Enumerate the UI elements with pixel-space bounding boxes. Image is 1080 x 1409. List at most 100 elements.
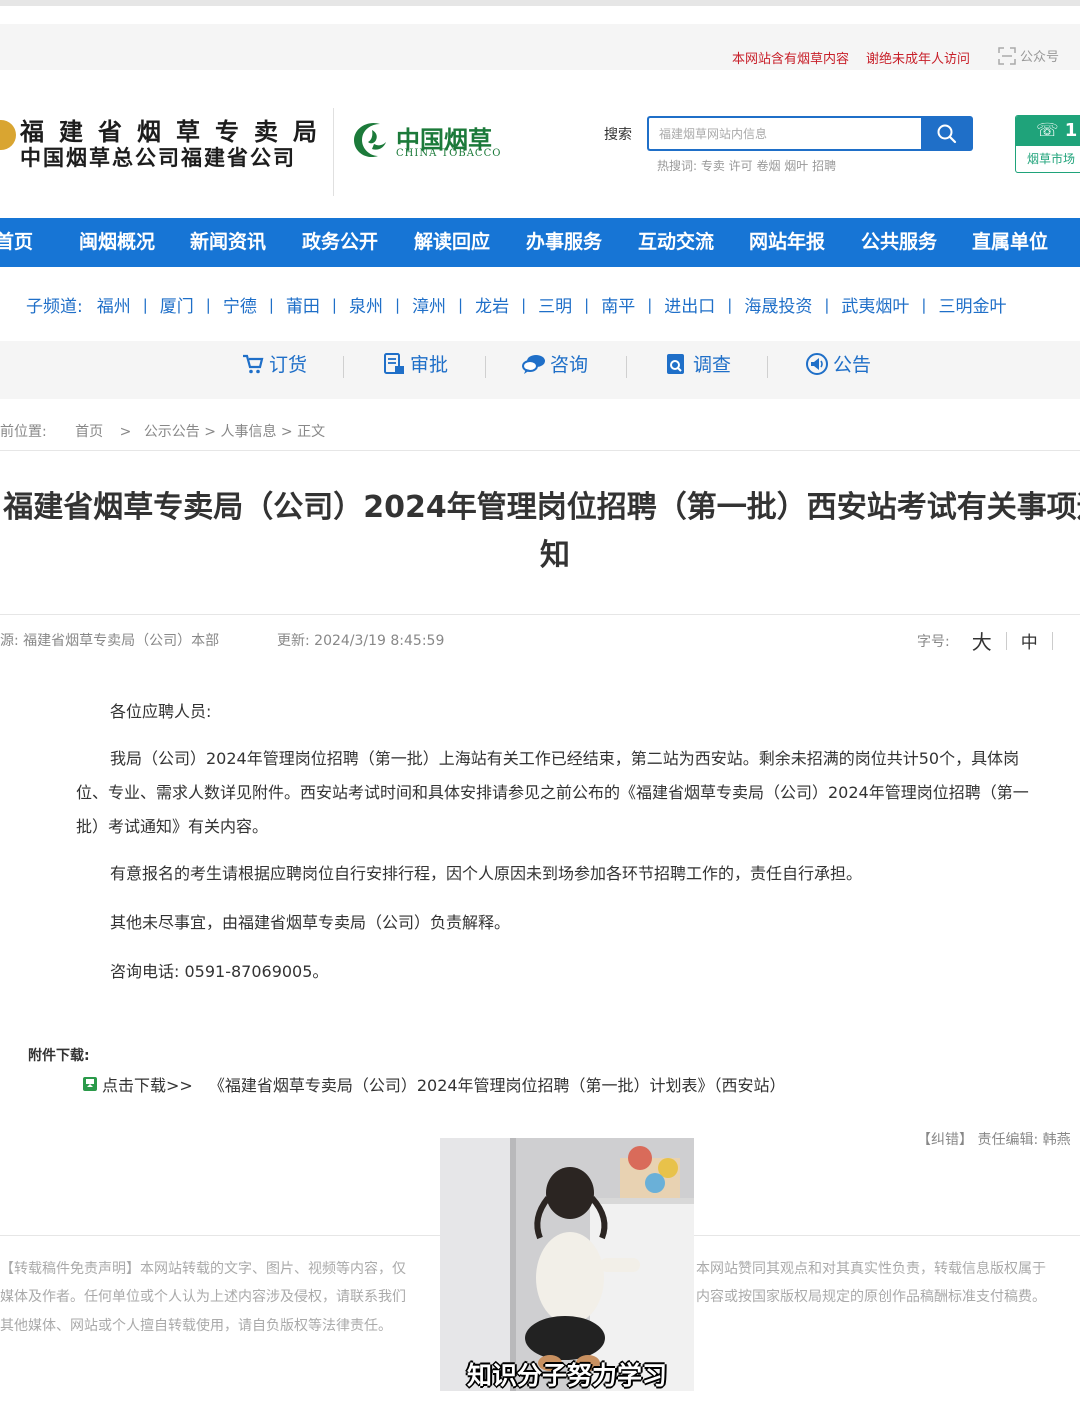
- separator: |: [142, 295, 148, 314]
- hotline-number: ☏ 1: [1016, 116, 1080, 146]
- minor-notice: 谢绝未成年人访问: [866, 52, 971, 67]
- article-greeting: 各位应聘人员:: [110, 702, 212, 721]
- china-tobacco-en: CHINA TOBACCO: [396, 148, 502, 159]
- quick-announcement-label: 公告: [833, 354, 872, 376]
- subchannel-fuzhou[interactable]: 福州: [97, 292, 131, 317]
- subchannel-zhangzhou[interactable]: 漳州: [412, 292, 446, 317]
- quick-separator: [343, 356, 344, 378]
- disclaimer-line-2b: 内容或按国家版权局规定的原创作品稿酬标准支付稿费。: [696, 1289, 1046, 1305]
- subchannel-longyan[interactable]: 龙岩: [475, 292, 509, 317]
- article-contact-phone: 咨询电话: 0591-87069005。: [110, 962, 329, 981]
- org-name-line2[interactable]: 中国烟草总公司福建省公司: [20, 142, 296, 172]
- download-link[interactable]: 点击下载>>: [102, 1072, 193, 1096]
- top-gray-bar: [0, 0, 1080, 6]
- quick-separator: [626, 356, 627, 378]
- tobacco-content-notice: 本网站含有烟草内容: [732, 52, 850, 67]
- quick-consult[interactable]: 咨询: [522, 350, 588, 377]
- article-updated: 更新: 2024/3/19 8:45:59: [277, 633, 445, 649]
- quick-announcement[interactable]: 公告: [805, 350, 871, 377]
- subchannel-label: 子频道:: [26, 297, 83, 317]
- separator: |: [727, 295, 733, 314]
- nav-item-gov-affairs[interactable]: 政务公开: [302, 218, 378, 267]
- quick-approval[interactable]: 审批: [382, 350, 448, 377]
- breadcrumb: 前位置: 首页 > 公示公告 > 人事信息 > 正文: [0, 421, 329, 441]
- download-icon: [83, 1077, 97, 1091]
- subchannel-import-export[interactable]: 进出口: [664, 292, 715, 317]
- nav-item-home[interactable]: 首页: [0, 218, 33, 267]
- breadcrumb-divider: [0, 450, 1080, 451]
- hot-search-words[interactable]: 热搜词: 专卖 许可 卷烟 烟叶 招聘: [657, 157, 836, 174]
- nav-item-public-service[interactable]: 公共服务: [861, 218, 937, 267]
- qrcode-icon: [998, 46, 1016, 65]
- nav-item-interpretation[interactable]: 解读回应: [414, 218, 490, 267]
- article-source: 源: 福建省烟草专卖局（公司）本部: [0, 633, 220, 649]
- nav-item-annual-report[interactable]: 网站年报: [749, 218, 825, 267]
- disclaimer-line-1a: 【转载稿件免责声明】本网站转载的文字、图片、视频等内容，仅: [0, 1261, 406, 1277]
- subchannel-nanping[interactable]: 南平: [601, 292, 635, 317]
- nav-item-news[interactable]: 新闻资讯: [190, 218, 266, 267]
- utility-bar: 本网站含有烟草内容 谢绝未成年人访问 公众号: [0, 24, 1080, 70]
- subchannel-haisheng[interactable]: 海晟投资: [744, 292, 812, 317]
- subchannel-ningde[interactable]: 宁德: [223, 292, 257, 317]
- logo-divider: [333, 108, 334, 196]
- breadcrumb-separator: >: [119, 424, 132, 440]
- quick-order[interactable]: 订货: [241, 350, 307, 377]
- font-size-medium-button[interactable]: 中: [1021, 628, 1038, 653]
- subchannel-list: 子频道: 福州 | 厦门 | 宁德 | 莆田 | 泉州 | 漳州 | 龙岩 | 三明 | 南平 |…: [26, 292, 1006, 318]
- wechat-link[interactable]: 公众号: [998, 46, 1059, 65]
- quick-consult-label: 咨询: [550, 354, 589, 376]
- search-label: 搜索: [604, 127, 632, 143]
- separator: |: [268, 295, 274, 314]
- separator: |: [647, 295, 653, 314]
- separator: |: [824, 295, 830, 314]
- subchannel-putian[interactable]: 莆田: [286, 292, 320, 317]
- subchannel-wuyi[interactable]: 武夷烟叶: [841, 292, 909, 317]
- china-tobacco-logo-icon: [354, 122, 386, 158]
- video-frame-image: [440, 1138, 694, 1391]
- disclaimer-line-2a: 媒体及作者。任何单位或个人认为上述内容涉及侵权，请联系我们: [0, 1289, 406, 1305]
- cart-icon: [243, 354, 264, 373]
- nav-item-interaction[interactable]: 互动交流: [638, 218, 714, 267]
- main-nav: 首页 闽烟概况 新闻资讯 政务公开 解读回应 办事服务 互动交流 网站年报 公共…: [0, 218, 1080, 267]
- search-button[interactable]: [921, 116, 973, 151]
- hotline-digit: 1: [1064, 120, 1078, 141]
- search-input[interactable]: [647, 116, 923, 151]
- nav-item-services[interactable]: 办事服务: [526, 218, 602, 267]
- attachment-file-link[interactable]: 《福建省烟草专卖局（公司）2024年管理岗位招聘（第一批）计划表》（西安站）: [209, 1072, 786, 1096]
- attachment-row: 点击下载>> 《福建省烟草专卖局（公司）2024年管理岗位招聘（第一批）计划表》…: [82, 1072, 786, 1096]
- quick-approval-label: 审批: [410, 354, 449, 376]
- editor-line: 【纠错】 责任编辑: 韩燕: [917, 1132, 1071, 1148]
- quick-survey[interactable]: 调查: [665, 350, 731, 377]
- article-paragraph-2: 有意报名的考生请根据应聘岗位自行安排行程，因个人原因未到场参加各环节招聘工作的，…: [110, 864, 863, 883]
- subchannel-sanming[interactable]: 三明: [538, 292, 572, 317]
- article-paragraph-1: 我局（公司）2024年管理岗位招聘（第一批）上海站有关工作已经结束，第二站为西安…: [76, 749, 1029, 836]
- survey-icon: [667, 353, 684, 374]
- nav-item-overview[interactable]: 闽烟概况: [79, 218, 155, 267]
- separator: |: [205, 295, 211, 314]
- video-overlay[interactable]: [440, 1138, 694, 1391]
- disclaimer-line-1b: 本网站赞同其观点和对其真实性负责，转载信息版权属于: [696, 1261, 1046, 1277]
- attachment-label: 附件下载:: [28, 1048, 90, 1064]
- font-size-control: 字号: 大 中: [917, 626, 1053, 655]
- separator: |: [921, 295, 927, 314]
- hotline-box[interactable]: ☏ 1 烟草市场: [1015, 115, 1080, 173]
- subchannel-sanming-jinye[interactable]: 三明金叶: [938, 292, 1006, 317]
- speaker-icon: [806, 352, 828, 375]
- font-size-label: 字号:: [917, 633, 950, 650]
- breadcrumb-section[interactable]: 公示公告 > 人事信息 > 正文: [144, 424, 325, 440]
- font-size-large-button[interactable]: 大: [972, 626, 992, 655]
- nav-item-subsidiaries[interactable]: 直属单位: [972, 218, 1048, 267]
- chat-icon: [522, 354, 545, 374]
- phone-icon: ☏: [1036, 120, 1059, 141]
- quick-separator: [485, 356, 486, 378]
- subchannel-quanzhou[interactable]: 泉州: [349, 292, 383, 317]
- video-caption: 知识分子努力学习: [466, 1361, 667, 1390]
- subchannel-xiamen[interactable]: 厦门: [160, 292, 194, 317]
- hotline-caption: 烟草市场: [1027, 152, 1076, 166]
- document-icon: [384, 352, 404, 374]
- quick-survey-label: 调查: [693, 354, 732, 376]
- separator: |: [521, 295, 527, 314]
- breadcrumb-home[interactable]: 首页: [75, 424, 103, 440]
- article-title: 福建省烟草专卖局（公司）2024年管理岗位招聘（第一批）西安站考试有关事项通知: [3, 490, 1080, 573]
- separator: |: [394, 295, 401, 314]
